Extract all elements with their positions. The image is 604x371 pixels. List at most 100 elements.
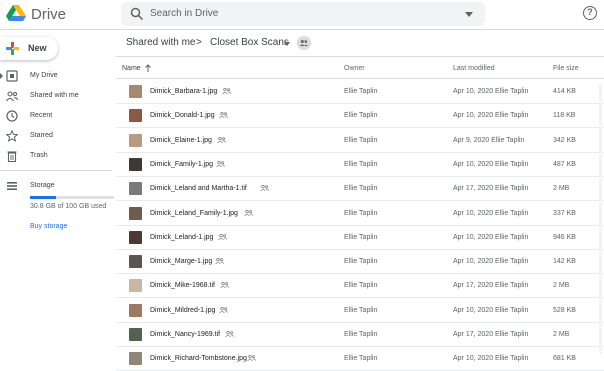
- shared-people-icon: [218, 233, 227, 240]
- folder-options-chevron-down-icon[interactable]: [284, 42, 290, 46]
- drive-logo-icon[interactable]: [6, 5, 26, 22]
- sidebar-item-shared-with-me[interactable]: Shared with me: [0, 88, 112, 106]
- file-owner: Ellie Taplin: [344, 233, 378, 241]
- file-owner: Ellie Taplin: [344, 331, 378, 338]
- file-size: 342 KB: [553, 136, 576, 144]
- file-last-modified: Apr 10, 2020 Ellie Taplin: [453, 355, 529, 363]
- file-last-modified: Apr 10, 2020 Ellie Taplin: [453, 160, 529, 168]
- file-size: 2 MB: [553, 331, 570, 338]
- file-owner: Ellie Taplin: [344, 112, 378, 120]
- shared-folder-icon[interactable]: [297, 36, 311, 50]
- file-name[interactable]: Dimick_Elaine-1.jpg: [150, 137, 212, 144]
- file-name[interactable]: Dimick_Leland-1.jpg: [150, 234, 213, 241]
- file-last-modified: Apr 10, 2020 Ellie Taplin: [453, 209, 529, 217]
- file-row[interactable]: Dimick_Donald-1.jpg Ellie Taplin Apr 10, 2…: [116, 104, 604, 129]
- shared-people-icon: [244, 209, 253, 216]
- file-row[interactable]: Dimick_Richard-Tombstone.jpg Ellie Taplin…: [116, 347, 604, 371]
- file-size: 118 KB: [553, 112, 576, 120]
- file-last-modified: Apr 9, 2020 Ellie Taplin: [453, 136, 525, 144]
- file-name[interactable]: Dimick_Barbara-1.jpg: [150, 88, 217, 95]
- file-last-modified: Apr 10, 2020 Ellie Taplin: [453, 112, 529, 120]
- file-thumbnail: [129, 157, 142, 171]
- file-size: 487 KB: [553, 160, 576, 168]
- sidebar-item-label: Recent: [30, 112, 53, 119]
- file-last-modified: Apr 10, 2020 Ellie Taplin: [453, 258, 529, 266]
- file-last-modified: Apr 17, 2020 Ellie Taplin: [453, 185, 529, 193]
- sidebar-item-recent[interactable]: Recent: [0, 108, 112, 126]
- file-size: 142 KB: [553, 258, 576, 266]
- file-last-modified: Apr 17, 2020 Ellie Taplin: [453, 331, 529, 338]
- search-input[interactable]: Search in Drive: [150, 8, 218, 19]
- search-box[interactable]: Search in Drive: [121, 2, 485, 26]
- shared-people-icon: [217, 136, 226, 143]
- column-header-last-modified[interactable]: Last modified: [453, 65, 495, 72]
- file-row[interactable]: Dimick_Marge-1.jpg Ellie Taplin Apr 10, 20…: [116, 250, 604, 275]
- sidebar-item-my-drive[interactable]: My Drive: [0, 68, 112, 86]
- file-row[interactable]: Dimick_Nancy-1969.tif Ellie Taplin Apr 17,…: [116, 323, 604, 347]
- expand-arrow-icon[interactable]: [0, 73, 3, 79]
- sort-ascending-arrow-icon[interactable]: [145, 64, 151, 72]
- file-size: 414 KB: [553, 88, 576, 95]
- column-header-file-size[interactable]: File size: [553, 65, 579, 72]
- file-row[interactable]: Dimick_Leland and Martha-1.tif Ellie Tapl…: [116, 177, 604, 202]
- top-bar: Drive Search in Drive ?: [0, 0, 604, 30]
- file-last-modified: Apr 17, 2020 Ellie Taplin: [453, 282, 529, 290]
- scrollbar[interactable]: [597, 80, 604, 371]
- file-owner: Ellie Taplin: [344, 209, 378, 217]
- shared-people-icon: [216, 160, 225, 167]
- file-row[interactable]: Dimick_Leland_Family-1.jpg Ellie Taplin Ap…: [116, 202, 604, 226]
- file-size: 528 KB: [553, 306, 576, 314]
- storage-usage-bar: [30, 196, 114, 199]
- file-row[interactable]: Dimick_Family-1.jpg Ellie Taplin Apr 10, 2…: [116, 153, 604, 177]
- shared-people-icon: [215, 258, 224, 265]
- column-header-name[interactable]: Name: [122, 65, 141, 72]
- file-thumbnail: [129, 182, 142, 196]
- sidebar-item-starred[interactable]: Starred: [0, 128, 112, 146]
- column-header-owner[interactable]: Owner: [344, 65, 365, 72]
- plus-icon: [6, 42, 19, 55]
- file-row[interactable]: Dimick_Barbara-1.jpg Ellie Taplin Apr 10, …: [116, 80, 604, 104]
- breadcrumb-current-folder[interactable]: Closet Box Scans: [210, 37, 289, 48]
- help-icon[interactable]: ?: [583, 6, 597, 20]
- file-name[interactable]: Dimick_Leland and Martha-1.tif: [150, 185, 247, 192]
- file-name[interactable]: Dimick_Donald-1.jpg: [150, 112, 215, 119]
- file-owner: Ellie Taplin: [344, 258, 378, 266]
- file-name[interactable]: Dimick_Mildred-1.jpg: [150, 307, 215, 314]
- file-owner: Ellie Taplin: [344, 355, 378, 363]
- shared-people-icon: [222, 88, 231, 94]
- file-name[interactable]: Dimick_Marge-1.jpg: [150, 258, 212, 265]
- new-button-label: New: [28, 43, 47, 53]
- shared-people-icon: [260, 185, 269, 192]
- new-button[interactable]: New: [0, 37, 58, 60]
- breadcrumb-separator: >: [196, 37, 202, 48]
- file-name[interactable]: Dimick_Nancy-1969.tif: [150, 331, 220, 338]
- header-divider: [116, 78, 604, 79]
- file-name[interactable]: Dimick_Richard-Tombstone.jpg: [150, 355, 247, 362]
- file-last-modified: Apr 10, 2020 Ellie Taplin: [453, 88, 529, 95]
- file-row[interactable]: Dimick_Elaine-1.jpg Ellie Taplin Apr 9, 20…: [116, 129, 604, 153]
- search-options-chevron-icon[interactable]: [465, 12, 473, 17]
- shared-people-icon: [225, 331, 234, 337]
- file-thumbnail: [129, 85, 142, 98]
- file-owner: Ellie Taplin: [344, 185, 378, 193]
- breadcrumb-parent[interactable]: Shared with me: [126, 37, 195, 48]
- search-icon[interactable]: [130, 7, 144, 21]
- sidebar-item-trash[interactable]: Trash: [0, 148, 112, 166]
- file-thumbnail: [129, 230, 142, 244]
- file-owner: Ellie Taplin: [344, 282, 378, 290]
- file-name[interactable]: Dimick_Family-1.jpg: [150, 161, 213, 168]
- file-owner: Ellie Taplin: [344, 160, 378, 168]
- buy-storage-link[interactable]: Buy storage: [30, 223, 67, 230]
- app-brand[interactable]: Drive: [31, 6, 66, 23]
- file-thumbnail: [129, 206, 142, 220]
- storage-usage-text: 30.8 GB of 100 GB used: [30, 203, 107, 210]
- file-row[interactable]: Dimick_Leland-1.jpg Ellie Taplin Apr 10, 2…: [116, 226, 604, 250]
- file-row[interactable]: Dimick_Mike-1968.tif Ellie Taplin Apr 17, …: [116, 274, 604, 299]
- shared-people-icon: [219, 306, 228, 313]
- file-name[interactable]: Dimick_Mike-1968.tif: [150, 282, 215, 289]
- file-row[interactable]: Dimick_Mildred-1.jpg Ellie Taplin Apr 10, …: [116, 299, 604, 323]
- file-owner: Ellie Taplin: [344, 306, 378, 314]
- file-name[interactable]: Dimick_Leland_Family-1.jpg: [150, 210, 238, 217]
- file-thumbnail: [129, 352, 142, 366]
- sidebar-item-storage[interactable]: Storage: [0, 178, 112, 196]
